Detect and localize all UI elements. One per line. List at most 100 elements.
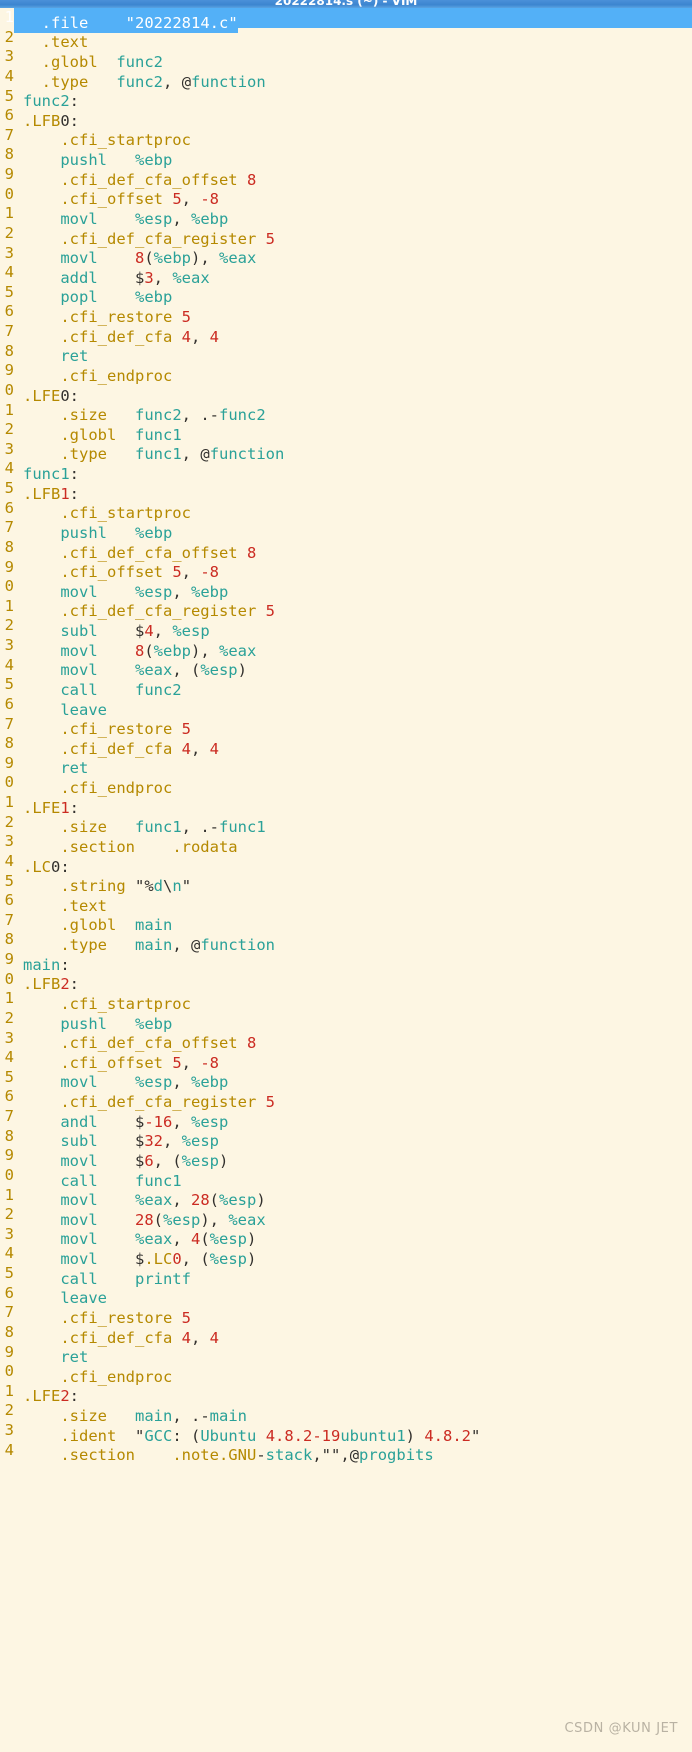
code-line[interactable]: 7 pushl %ebp [0, 518, 692, 542]
line-number: 2 [4, 616, 14, 635]
code-line[interactable]: 8 .cfi_def_cfa 4, 4 [0, 734, 692, 758]
token-punc: , [163, 72, 182, 91]
code-line[interactable]: 0 .cfi_endproc [0, 773, 692, 797]
token-punc: , [191, 739, 210, 758]
line-number: 7 [4, 322, 14, 340]
code-line[interactable]: 2 .cfi_def_cfa_register 5 [0, 224, 692, 248]
code-line[interactable]: 4 addl $3, %eax [0, 263, 692, 287]
code-line[interactable]: 0 .cfi_endproc [0, 1362, 692, 1386]
code-line[interactable]: 8 .cfi_def_cfa 4, 4 [0, 1323, 692, 1347]
code-line[interactable]: 4 .section .note.GNU-stack,"",@progbits [0, 1441, 692, 1465]
line-number: 7 [4, 1303, 14, 1322]
code-line[interactable]: 0 .LFB2: [0, 970, 692, 994]
code-line[interactable]: 4 .type func2, @function [0, 67, 692, 91]
code-line[interactable]: 9 movl $6, (%esp) [0, 1146, 692, 1170]
line-number: 5 [4, 1264, 14, 1282]
code-line[interactable]: 3 movl %eax, 4(%esp) [0, 1225, 692, 1249]
token-num: 5 [265, 602, 275, 621]
code-line[interactable]: 7 .globl main [0, 911, 692, 935]
code-line[interactable]: 9 .cfi_offset 5, -8 [0, 558, 692, 582]
code-line[interactable]: 2 .size func1, .-func1 [0, 813, 692, 837]
window-titlebar[interactable]: 20222814.s (~) - VIM [0, 0, 692, 8]
code-line[interactable]: 2 .size main, .-main [0, 1401, 692, 1425]
code-line[interactable]: 6 .text [0, 891, 692, 915]
token-punc: , [172, 936, 191, 955]
code-line[interactable]: 1 .cfi_def_cfa_register 5 [0, 597, 692, 621]
code-line[interactable]: 3 .ident "GCC: (Ubuntu 4.8.2-19ubuntu1) … [0, 1421, 692, 1445]
code-line[interactable]: 1 movl %eax, 28(%esp) [0, 1186, 692, 1210]
code-line[interactable]: 4 movl $.LC0, (%esp) [0, 1244, 692, 1268]
token-id: %eax [219, 249, 257, 268]
vim-window: 20222814.s (~) - VIM 1 .file "20222814.c… [0, 0, 692, 1752]
token-punc: , [312, 1446, 322, 1465]
line-number: 1 [0, 8, 14, 28]
code-line[interactable]: 8 subl $32, %esp [0, 1127, 692, 1151]
code-line[interactable]: 3 .globl func2 [0, 47, 692, 71]
line-number: 1 [4, 204, 14, 223]
token-num: 4 [181, 739, 191, 758]
code-line[interactable]: 3 movl 8(%ebp), %eax [0, 244, 692, 268]
token-dir: .rodata [172, 837, 238, 856]
token-num: 5 [265, 229, 275, 248]
line-number: 4 [4, 1244, 14, 1263]
token-id: function [209, 445, 285, 464]
code-line[interactable]: 1 movl %esp, %ebp [0, 204, 692, 228]
code-line[interactable]: 7 .cfi_restore 5 [0, 1303, 692, 1327]
code-line[interactable]: 1 .file "20222814.c" [0, 8, 692, 34]
code-line[interactable]: 9 .cfi_endproc [0, 361, 692, 385]
code-line[interactable]: 4 .cfi_offset 5, -8 [0, 1048, 692, 1072]
code-line[interactable]: 8 .cfi_def_cfa_offset 8 [0, 538, 692, 562]
code-line[interactable]: 5 call func2 [0, 675, 692, 699]
code-line[interactable]: 5 call printf [0, 1264, 692, 1288]
code-line[interactable]: 5 movl %esp, %ebp [0, 1067, 692, 1092]
code-line[interactable]: 7 .cfi_def_cfa 4, 4 [0, 322, 692, 346]
code-line[interactable]: 7 .cfi_startproc [0, 126, 692, 150]
code-line[interactable]: 1 .size func2, .-func2 [0, 401, 692, 425]
code-line[interactable]: 3 .type func1, @function [0, 440, 692, 464]
code-line[interactable]: 3 .section .rodata [0, 832, 692, 856]
code-line[interactable]: 2 .globl func1 [0, 420, 692, 444]
code-line[interactable]: 1 .cfi_startproc [0, 989, 692, 1013]
code-line[interactable]: 0 call func1 [0, 1166, 692, 1190]
token-id: %eax [172, 268, 210, 287]
line-number: 0 [4, 380, 14, 399]
token-id: func2 [134, 680, 182, 699]
code-line[interactable]: 3 movl 8(%ebp), %eax [0, 636, 692, 660]
code-line[interactable]: 6 .cfi_restore 5 [0, 302, 692, 326]
code-line[interactable]: 9 .cfi_def_cfa_offset 8 [0, 165, 692, 189]
token-id: stack [265, 1446, 313, 1465]
code-line[interactable]: 8 .type main, @function [0, 930, 692, 954]
code-line[interactable]: 5 .LFB1: [0, 479, 692, 503]
code-line[interactable]: 4 movl %eax, (%esp) [0, 655, 692, 680]
code-line[interactable]: 5 .string "%d\n" [0, 871, 692, 896]
code-line[interactable]: 5 popl %ebp [0, 283, 692, 307]
line-number: 4 [4, 655, 14, 674]
code-line[interactable]: 6 .cfi_def_cfa_register 5 [0, 1087, 692, 1111]
line-number: 2 [4, 1008, 14, 1027]
token-id: function [191, 72, 266, 91]
code-line[interactable]: 3 .cfi_def_cfa_offset 8 [0, 1029, 692, 1053]
code-line[interactable]: 2 movl 28(%esp), %eax [0, 1205, 692, 1229]
code-line[interactable]: 2 pushl %ebp [0, 1008, 692, 1033]
code-line[interactable]: 7 andl $-16, %esp [0, 1107, 692, 1131]
line-number: 5 [4, 871, 14, 890]
vim-text-area[interactable]: 1 .file "20222814.c" 2 .text 3 .globl func… [0, 8, 692, 1752]
code-line[interactable]: 2 subl $4, %esp [0, 616, 692, 640]
code-line[interactable]: 0 movl %esp, %ebp [0, 577, 692, 601]
code-line[interactable]: 6 leave [0, 1284, 692, 1308]
line-number: 5 [4, 1067, 14, 1086]
code-line[interactable]: 6 .LFB0: [0, 106, 692, 130]
code-line[interactable]: 6 leave [0, 695, 692, 719]
code-line[interactable]: 0 .cfi_offset 5, -8 [0, 185, 692, 209]
code-line[interactable]: 7 .cfi_restore 5 [0, 715, 692, 739]
line-number: 0 [4, 1362, 14, 1381]
code-line[interactable]: 8 pushl %ebp [0, 145, 692, 169]
code-line[interactable]: 6 .cfi_startproc [0, 499, 692, 523]
